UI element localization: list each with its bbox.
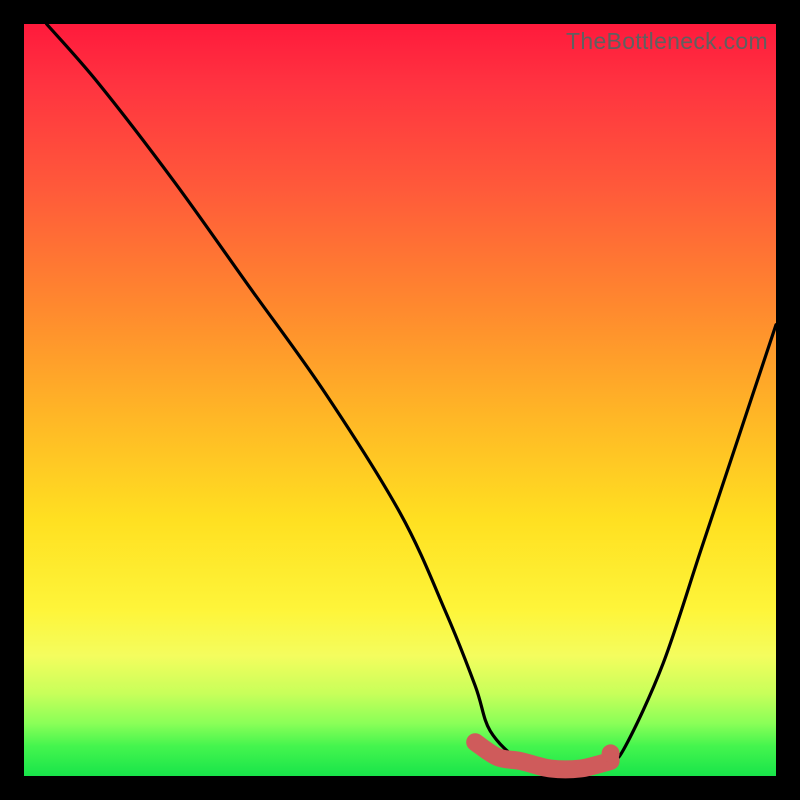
plot-area: TheBottleneck.com: [24, 24, 776, 776]
optimal-end-marker: [602, 744, 620, 762]
optimal-range-highlight: [475, 742, 610, 769]
bottleneck-curve: [47, 24, 776, 769]
bottleneck-curve-svg: [24, 24, 776, 776]
chart-frame: TheBottleneck.com: [0, 0, 800, 800]
